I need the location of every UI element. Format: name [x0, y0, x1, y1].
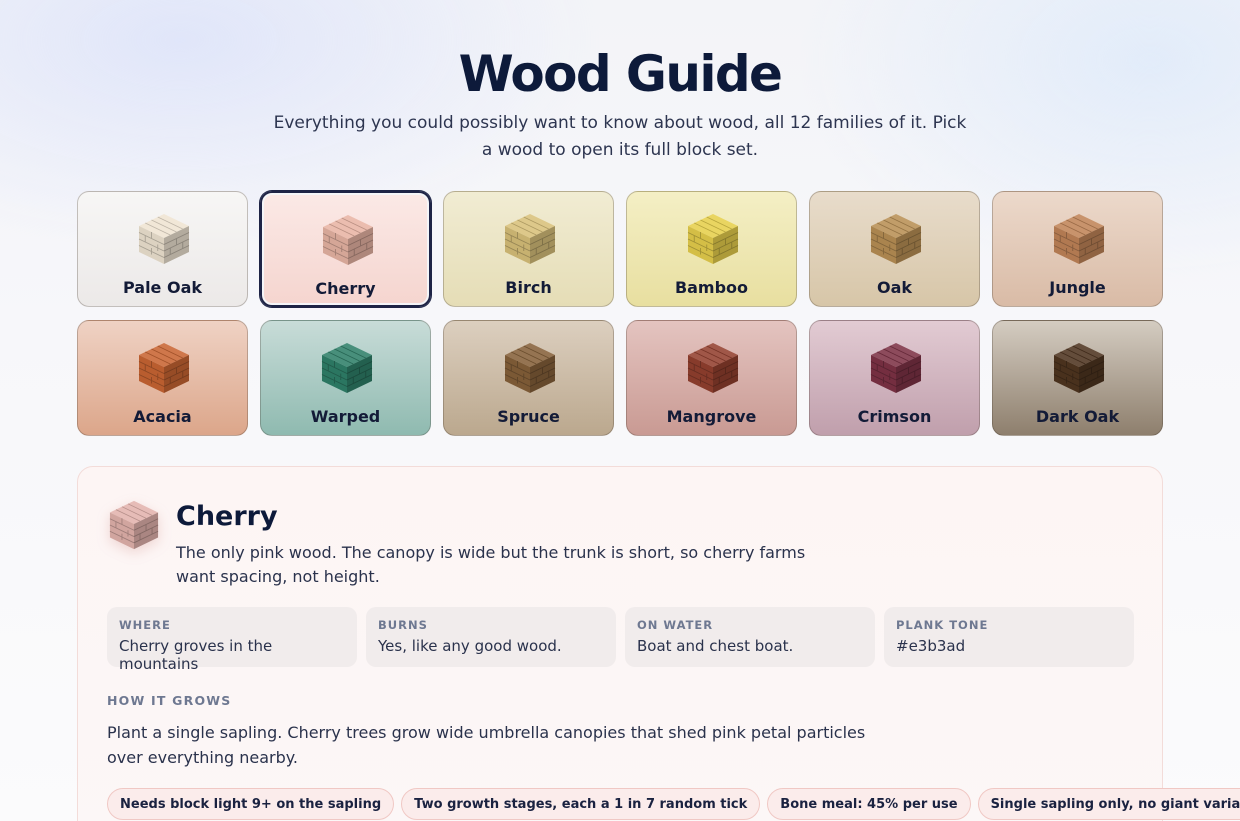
fact-card-where: WHERE Cherry groves in the mountains [107, 607, 357, 673]
wood-tile-oak[interactable]: Oak [809, 191, 980, 307]
pale-oak-planks-icon [137, 212, 191, 266]
wood-guide-page: Wood Guide Everything you could possibly… [0, 0, 1240, 821]
acacia-planks-icon [137, 341, 191, 395]
wood-tile-label: Cherry [315, 279, 376, 298]
wood-tile-label: Spruce [497, 407, 560, 426]
fact-value: Boat and chest boat. [637, 637, 794, 655]
fact-card-plank-tone: PLANK TONE #e3b3ad [884, 607, 1134, 667]
fact-label: WHERE [119, 618, 171, 632]
spruce-planks-icon [503, 341, 557, 395]
wood-tile-crimson[interactable]: Crimson [809, 320, 980, 436]
fact-card-burns: BURNS Yes, like any good wood. [366, 607, 616, 667]
wood-grid: Pale Oak Cherry Birch Bamboo Oak Jungle … [77, 191, 1163, 436]
growth-chip: Two growth stages, each a 1 in 7 random … [401, 788, 761, 820]
birch-planks-icon [503, 212, 557, 266]
wood-tile-label: Oak [876, 278, 913, 297]
wood-tile-spruce[interactable]: Spruce [443, 320, 614, 436]
growth-chips: Needs block light 9+ on the sapling Two … [107, 788, 1240, 820]
wood-tile-cherry[interactable]: Cherry [260, 191, 431, 307]
fact-value: Cherry groves in the mountains [119, 637, 273, 673]
fact-cards: WHERE Cherry groves in the mountains BUR… [107, 607, 1135, 673]
wood-tile-jungle[interactable]: Jungle [992, 191, 1163, 307]
wood-tile-label: Pale Oak [122, 278, 203, 297]
wood-tile-birch[interactable]: Birch [443, 191, 614, 307]
wood-tile-label: Mangrove [666, 407, 757, 426]
detail-title: Cherry [176, 501, 278, 532]
wood-tile-label: Crimson [857, 407, 932, 426]
wood-tile-dark-oak[interactable]: Dark Oak [992, 320, 1163, 436]
wood-tile-warped[interactable]: Warped [260, 320, 431, 436]
growth-chip: Bone meal: 45% per use [767, 788, 971, 820]
wood-detail-panel: Cherry The only pink wood. The canopy is… [77, 466, 1240, 821]
mangrove-planks-icon [686, 341, 740, 395]
fact-value: Yes, like any good wood. [378, 637, 562, 655]
detail-description: The only pink wood. The canopy is wide b… [176, 543, 806, 586]
jungle-planks-icon [1052, 212, 1106, 266]
oak-planks-icon [869, 212, 923, 266]
growth-chip: Needs block light 9+ on the sapling [107, 788, 395, 820]
warped-planks-icon [320, 341, 374, 395]
page-title: Wood Guide [458, 45, 783, 103]
wood-tile-label: Jungle [1049, 278, 1106, 297]
wood-tile-label: Acacia [133, 407, 192, 426]
growth-description: Plant a single sapling. Cherry trees gro… [107, 723, 866, 767]
wood-tile-bamboo[interactable]: Bamboo [626, 191, 797, 307]
wood-tile-acacia[interactable]: Acacia [77, 320, 248, 436]
cherry-planks-icon [321, 213, 375, 267]
wood-tile-pale-oak[interactable]: Pale Oak [77, 191, 248, 307]
growth-chip: Single sapling only, no giant variant [977, 788, 1240, 820]
wood-tile-mangrove[interactable]: Mangrove [626, 320, 797, 436]
fact-value: #e3b3ad [896, 637, 966, 655]
bamboo-planks-icon [686, 212, 740, 266]
wood-tile-label: Bamboo [674, 278, 749, 297]
wood-tile-label: Warped [310, 407, 381, 426]
wood-tile-label: Birch [505, 278, 552, 297]
fact-label: PLANK TONE [896, 618, 989, 632]
cherry-planks-icon [108, 499, 160, 551]
dark-oak-planks-icon [1052, 341, 1106, 395]
fact-card-on-water: ON WATER Boat and chest boat. [625, 607, 875, 667]
fact-label: ON WATER [637, 618, 714, 632]
page-subtitle: Everything you could possibly want to kn… [273, 113, 967, 160]
crimson-planks-icon [869, 341, 923, 395]
growth-section-label: HOW IT GROWS [107, 693, 232, 708]
fact-label: BURNS [378, 618, 428, 632]
wood-tile-label: Dark Oak [1035, 407, 1120, 426]
